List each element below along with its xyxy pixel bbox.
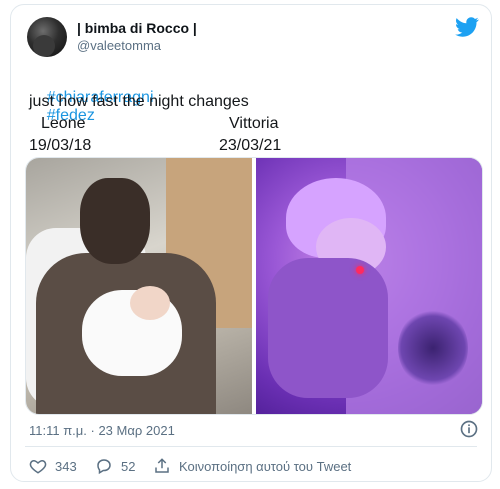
- share-icon: [155, 458, 169, 473]
- like-count: 343: [55, 458, 77, 474]
- display-name[interactable]: | bimba di Rocco |: [77, 20, 197, 36]
- hand-shape: [268, 258, 388, 398]
- red-light: [356, 266, 364, 274]
- reply-bubble-icon: [97, 459, 111, 475]
- tweet-card[interactable]: | bimba di Rocco | @valeetomma #chiarafe…: [10, 4, 492, 482]
- reply-button[interactable]: 52: [95, 457, 135, 475]
- man-head-shape: [80, 178, 150, 264]
- name-leone: Leone: [41, 115, 86, 132]
- divider: [25, 446, 477, 447]
- photo-left[interactable]: [26, 158, 252, 414]
- like-button[interactable]: 343: [29, 457, 77, 475]
- tattoo-shape: [398, 308, 468, 388]
- name-vittoria: Vittoria: [229, 115, 279, 132]
- date-leone: 19/03/18: [29, 137, 92, 154]
- baby-face-shape: [130, 286, 170, 320]
- twitter-bird-icon[interactable]: [455, 15, 479, 39]
- date-vittoria: 23/03/21: [219, 137, 282, 154]
- photo-right[interactable]: [256, 158, 482, 414]
- reply-count: 52: [121, 458, 136, 474]
- avatar[interactable]: [27, 17, 67, 57]
- handle[interactable]: @valeetomma: [77, 38, 161, 53]
- timestamp[interactable]: 11:11 π.μ. · 23 Μαρ 2021: [29, 423, 175, 438]
- heart-icon: [29, 459, 47, 474]
- media-grid: [25, 157, 483, 415]
- share-label: Κοινοποίηση αυτού του Tweet: [179, 458, 352, 474]
- info-icon[interactable]: [459, 419, 479, 439]
- tweet-text-line: just how fast the night changes: [29, 93, 249, 110]
- share-button[interactable]: Κοινοποίηση αυτού του Tweet: [153, 457, 351, 475]
